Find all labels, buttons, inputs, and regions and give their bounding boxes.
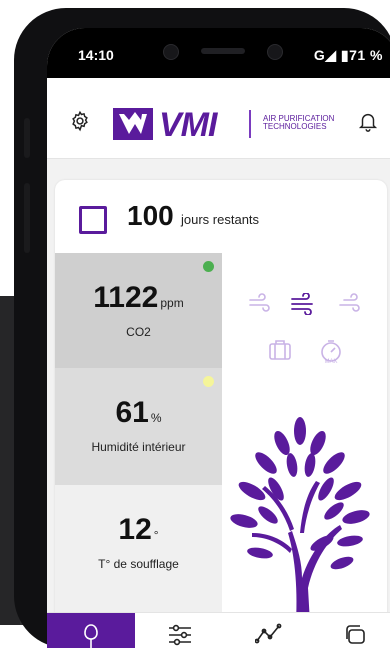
suitcase-icon[interactable]: [268, 339, 292, 366]
side-button: [24, 118, 30, 158]
wind-low-icon[interactable]: [248, 293, 272, 318]
timer-max-icon[interactable]: MAX: [318, 339, 344, 370]
tree-illustration: [230, 417, 370, 623]
app-screen: 14:10 G◢ ▮71 % VMI AIR PURIFICATION TECH…: [47, 28, 390, 648]
temperature-label: T° de soufflage: [98, 557, 179, 571]
dashboard-card: 100 jours restants 1122 ppm CO2 61% Humid…: [55, 180, 387, 628]
temperature-unit: °: [153, 528, 159, 542]
brand-wordmark: VMI: [159, 106, 217, 144]
metric-value-row: 12 °: [55, 513, 222, 547]
co2-label: CO2: [126, 325, 151, 339]
sliders-icon: [169, 624, 191, 646]
sensor-lens: [267, 44, 283, 60]
co2-value: 1122: [93, 281, 159, 314]
timer-label: MAX: [324, 359, 337, 365]
filter-status-row: 100 jours restants: [55, 180, 387, 254]
humidity-value: 61: [115, 396, 149, 429]
humidity-label: Humidité intérieur: [91, 440, 186, 454]
metric-supply-temperature: 12 ° T° de soufflage: [55, 485, 222, 628]
status-bar: 14:10 G◢ ▮71 %: [47, 28, 390, 78]
status-indicators: G◢ ▮71 %: [313, 47, 383, 63]
speaker-grille: [201, 48, 245, 54]
bell-icon[interactable]: [357, 110, 379, 137]
logo-divider: [249, 110, 251, 138]
wind-high-icon[interactable]: [338, 293, 362, 318]
days-remaining-value: 100: [127, 200, 174, 231]
brand-logo: VMI Air Purification Technologies: [113, 106, 334, 148]
nav-tab-settings[interactable]: [135, 613, 223, 648]
chat-icon: [346, 625, 365, 644]
camera-notch: [121, 34, 321, 68]
metric-co2: 1122 ppm CO2: [55, 253, 222, 368]
wind-medium-icon[interactable]: [290, 292, 318, 320]
co2-unit: ppm: [160, 296, 184, 310]
nav-tab-messages[interactable]: [311, 613, 390, 648]
app-header: VMI Air Purification Technologies: [47, 78, 390, 159]
metric-value-row: 1122 ppm: [55, 281, 222, 315]
volume-button: [24, 183, 30, 253]
control-panel: MAX: [222, 253, 387, 628]
days-remaining-label: jours restants: [181, 212, 260, 227]
filter-checkbox[interactable]: [79, 206, 107, 234]
status-time: 14:10: [78, 47, 114, 63]
chart-line-icon: [255, 623, 282, 644]
brand-tagline: Air Purification Technologies: [263, 114, 335, 131]
temperature-value: 12: [118, 513, 152, 546]
humidity-unit: %: [150, 411, 162, 425]
gear-icon[interactable]: [69, 110, 91, 137]
camera-lens: [163, 44, 179, 60]
bottom-navigation: [47, 612, 390, 648]
nav-tab-charts[interactable]: [223, 613, 311, 648]
metric-value-row: 61%: [55, 396, 222, 430]
tree-icon: [84, 624, 98, 648]
status-dot: [203, 261, 214, 272]
phone-frame: 14:10 G◢ ▮71 % VMI AIR PURIFICATION TECH…: [14, 8, 390, 648]
status-dot: [203, 376, 214, 387]
brand-mark-icon: [113, 108, 153, 140]
nav-tab-tree[interactable]: [47, 613, 135, 648]
metric-humidity: 61% Humidité intérieur: [55, 368, 222, 485]
